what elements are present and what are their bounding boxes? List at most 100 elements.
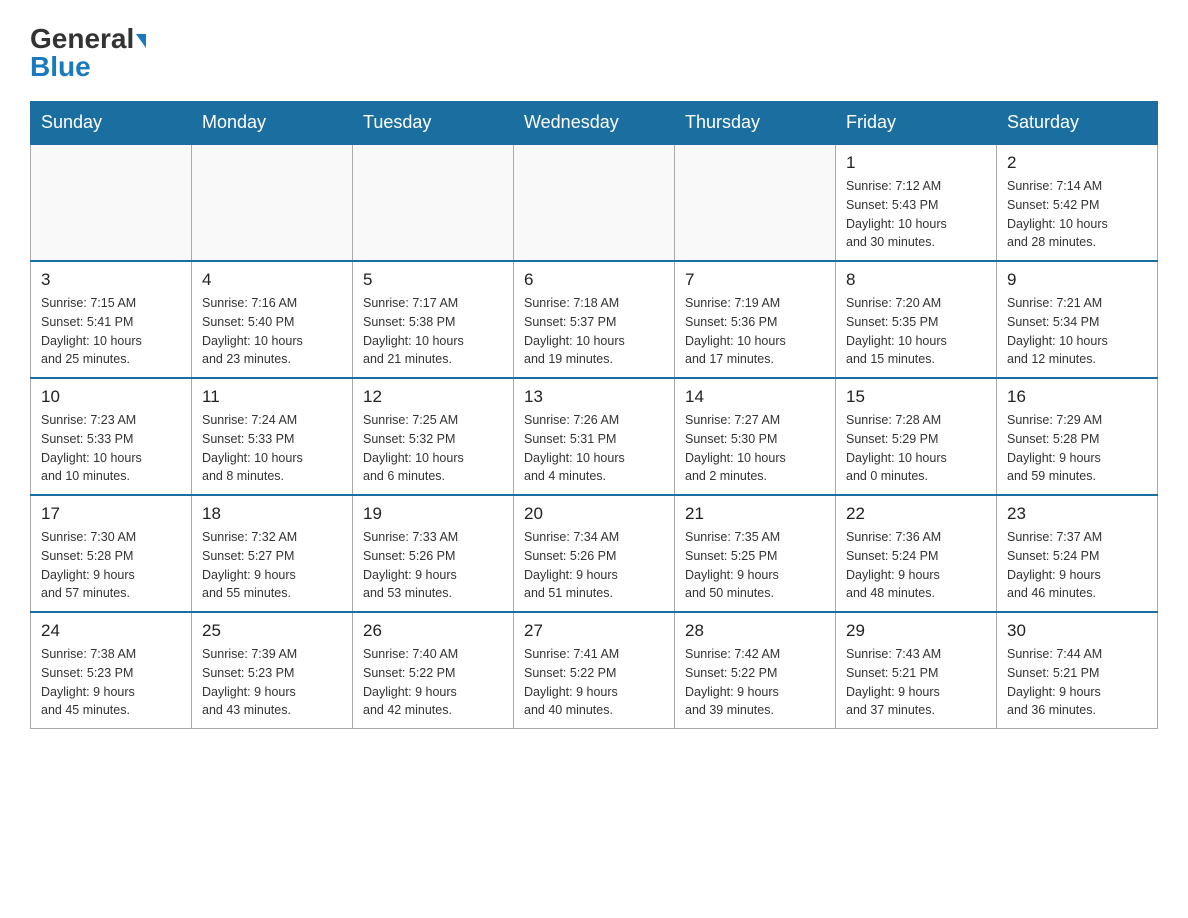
day-info: Sunrise: 7:39 AMSunset: 5:23 PMDaylight:… <box>202 645 342 720</box>
day-info: Sunrise: 7:15 AMSunset: 5:41 PMDaylight:… <box>41 294 181 369</box>
day-number: 13 <box>524 387 664 407</box>
day-number: 14 <box>685 387 825 407</box>
day-info: Sunrise: 7:23 AMSunset: 5:33 PMDaylight:… <box>41 411 181 486</box>
calendar-cell: 15 Sunrise: 7:28 AMSunset: 5:29 PMDayligh… <box>836 378 997 495</box>
day-info: Sunrise: 7:18 AMSunset: 5:37 PMDaylight:… <box>524 294 664 369</box>
week-row-5: 24Sunrise: 7:38 AMSunset: 5:23 PMDayligh… <box>31 612 1158 729</box>
day-number: 20 <box>524 504 664 524</box>
calendar-cell: 26 Sunrise: 7:40 AMSunset: 5:22 PMDayligh… <box>353 612 514 729</box>
weekday-header-friday: Friday <box>836 102 997 145</box>
day-number: 22 <box>846 504 986 524</box>
calendar-cell: 27 Sunrise: 7:41 AMSunset: 5:22 PMDayligh… <box>514 612 675 729</box>
calendar-cell: 9 Sunrise: 7:21 AMSunset: 5:34 PMDaylight… <box>997 261 1158 378</box>
day-number: 30 <box>1007 621 1147 641</box>
day-number: 16 <box>1007 387 1147 407</box>
calendar-cell: 3 Sunrise: 7:15 AMSunset: 5:41 PMDaylight… <box>31 261 192 378</box>
day-info: Sunrise: 7:28 AMSunset: 5:29 PMDaylight:… <box>846 411 986 486</box>
calendar-cell: 4 Sunrise: 7:16 AMSunset: 5:40 PMDaylight… <box>192 261 353 378</box>
calendar-cell: 1 Sunrise: 7:12 AMSunset: 5:43 PMDaylight… <box>836 144 997 261</box>
calendar-cell: 7 Sunrise: 7:19 AMSunset: 5:36 PMDaylight… <box>675 261 836 378</box>
week-row-2: 3 Sunrise: 7:15 AMSunset: 5:41 PMDaylight… <box>31 261 1158 378</box>
calendar-table: SundayMondayTuesdayWednesdayThursdayFrid… <box>30 101 1158 729</box>
day-info: Sunrise: 7:38 AMSunset: 5:23 PMDaylight:… <box>41 645 181 720</box>
day-number: 5 <box>363 270 503 290</box>
logo-blue: Blue <box>30 53 91 81</box>
calendar-cell: 8Sunrise: 7:20 AMSunset: 5:35 PMDaylight… <box>836 261 997 378</box>
calendar-cell <box>31 144 192 261</box>
weekday-header-wednesday: Wednesday <box>514 102 675 145</box>
calendar-cell <box>192 144 353 261</box>
calendar-cell <box>675 144 836 261</box>
day-number: 8 <box>846 270 986 290</box>
calendar-cell <box>514 144 675 261</box>
day-number: 4 <box>202 270 342 290</box>
calendar-cell: 2 Sunrise: 7:14 AMSunset: 5:42 PMDaylight… <box>997 144 1158 261</box>
weekday-header-monday: Monday <box>192 102 353 145</box>
calendar-cell: 24Sunrise: 7:38 AMSunset: 5:23 PMDayligh… <box>31 612 192 729</box>
calendar-cell: 13 Sunrise: 7:26 AMSunset: 5:31 PMDayligh… <box>514 378 675 495</box>
calendar-cell: 21 Sunrise: 7:35 AMSunset: 5:25 PMDayligh… <box>675 495 836 612</box>
day-number: 2 <box>1007 153 1147 173</box>
week-row-3: 10Sunrise: 7:23 AMSunset: 5:33 PMDayligh… <box>31 378 1158 495</box>
calendar-cell: 14 Sunrise: 7:27 AMSunset: 5:30 PMDayligh… <box>675 378 836 495</box>
day-number: 9 <box>1007 270 1147 290</box>
day-number: 7 <box>685 270 825 290</box>
day-info: Sunrise: 7:32 AMSunset: 5:27 PMDaylight:… <box>202 528 342 603</box>
calendar-cell: 23Sunrise: 7:37 AMSunset: 5:24 PMDayligh… <box>997 495 1158 612</box>
day-number: 25 <box>202 621 342 641</box>
day-number: 26 <box>363 621 503 641</box>
day-info: Sunrise: 7:14 AMSunset: 5:42 PMDaylight:… <box>1007 177 1147 252</box>
day-info: Sunrise: 7:40 AMSunset: 5:22 PMDaylight:… <box>363 645 503 720</box>
calendar-cell: 6 Sunrise: 7:18 AMSunset: 5:37 PMDaylight… <box>514 261 675 378</box>
calendar-cell: 5 Sunrise: 7:17 AMSunset: 5:38 PMDaylight… <box>353 261 514 378</box>
day-info: Sunrise: 7:17 AMSunset: 5:38 PMDaylight:… <box>363 294 503 369</box>
week-row-4: 17 Sunrise: 7:30 AMSunset: 5:28 PMDayligh… <box>31 495 1158 612</box>
calendar-cell: 10Sunrise: 7:23 AMSunset: 5:33 PMDayligh… <box>31 378 192 495</box>
calendar-cell: 17 Sunrise: 7:30 AMSunset: 5:28 PMDayligh… <box>31 495 192 612</box>
day-info: Sunrise: 7:34 AMSunset: 5:26 PMDaylight:… <box>524 528 664 603</box>
calendar-cell: 19Sunrise: 7:33 AMSunset: 5:26 PMDayligh… <box>353 495 514 612</box>
week-row-1: 1 Sunrise: 7:12 AMSunset: 5:43 PMDaylight… <box>31 144 1158 261</box>
day-number: 18 <box>202 504 342 524</box>
calendar-cell: 16 Sunrise: 7:29 AMSunset: 5:28 PMDayligh… <box>997 378 1158 495</box>
day-info: Sunrise: 7:16 AMSunset: 5:40 PMDaylight:… <box>202 294 342 369</box>
day-info: Sunrise: 7:35 AMSunset: 5:25 PMDaylight:… <box>685 528 825 603</box>
calendar-cell: 12 Sunrise: 7:25 AMSunset: 5:32 PMDayligh… <box>353 378 514 495</box>
day-info: Sunrise: 7:41 AMSunset: 5:22 PMDaylight:… <box>524 645 664 720</box>
day-number: 12 <box>363 387 503 407</box>
day-info: Sunrise: 7:33 AMSunset: 5:26 PMDaylight:… <box>363 528 503 603</box>
day-number: 21 <box>685 504 825 524</box>
day-number: 1 <box>846 153 986 173</box>
day-number: 3 <box>41 270 181 290</box>
page-header: General Blue <box>30 20 1158 81</box>
day-info: Sunrise: 7:30 AMSunset: 5:28 PMDaylight:… <box>41 528 181 603</box>
logo-triangle-icon <box>136 34 146 48</box>
weekday-header-saturday: Saturday <box>997 102 1158 145</box>
day-info: Sunrise: 7:26 AMSunset: 5:31 PMDaylight:… <box>524 411 664 486</box>
day-info: Sunrise: 7:25 AMSunset: 5:32 PMDaylight:… <box>363 411 503 486</box>
day-info: Sunrise: 7:37 AMSunset: 5:24 PMDaylight:… <box>1007 528 1147 603</box>
calendar-cell: 30 Sunrise: 7:44 AMSunset: 5:21 PMDayligh… <box>997 612 1158 729</box>
day-number: 27 <box>524 621 664 641</box>
day-info: Sunrise: 7:24 AMSunset: 5:33 PMDaylight:… <box>202 411 342 486</box>
weekday-header-thursday: Thursday <box>675 102 836 145</box>
calendar-cell: 25 Sunrise: 7:39 AMSunset: 5:23 PMDayligh… <box>192 612 353 729</box>
calendar-cell: 28Sunrise: 7:42 AMSunset: 5:22 PMDayligh… <box>675 612 836 729</box>
day-info: Sunrise: 7:19 AMSunset: 5:36 PMDaylight:… <box>685 294 825 369</box>
day-info: Sunrise: 7:12 AMSunset: 5:43 PMDaylight:… <box>846 177 986 252</box>
day-info: Sunrise: 7:44 AMSunset: 5:21 PMDaylight:… <box>1007 645 1147 720</box>
day-number: 11 <box>202 387 342 407</box>
day-number: 17 <box>41 504 181 524</box>
day-info: Sunrise: 7:27 AMSunset: 5:30 PMDaylight:… <box>685 411 825 486</box>
day-number: 6 <box>524 270 664 290</box>
weekday-header-sunday: Sunday <box>31 102 192 145</box>
calendar-cell: 29Sunrise: 7:43 AMSunset: 5:21 PMDayligh… <box>836 612 997 729</box>
weekday-header-tuesday: Tuesday <box>353 102 514 145</box>
calendar-cell: 22Sunrise: 7:36 AMSunset: 5:24 PMDayligh… <box>836 495 997 612</box>
day-number: 15 <box>846 387 986 407</box>
logo: General Blue <box>30 20 146 81</box>
calendar-cell <box>353 144 514 261</box>
calendar-cell: 18 Sunrise: 7:32 AMSunset: 5:27 PMDayligh… <box>192 495 353 612</box>
day-info: Sunrise: 7:21 AMSunset: 5:34 PMDaylight:… <box>1007 294 1147 369</box>
day-info: Sunrise: 7:29 AMSunset: 5:28 PMDaylight:… <box>1007 411 1147 486</box>
